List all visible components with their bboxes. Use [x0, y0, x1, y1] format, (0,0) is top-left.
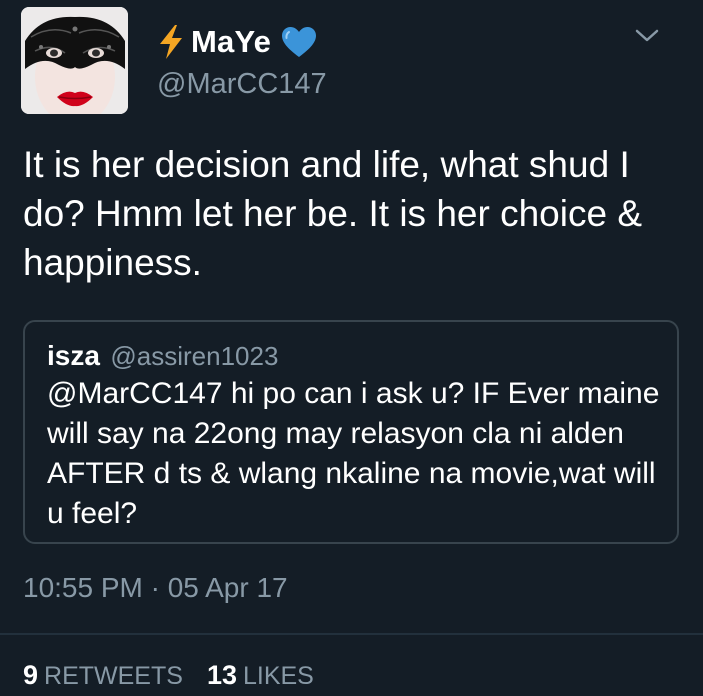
- chevron-down-icon[interactable]: [634, 28, 660, 44]
- masked-face-icon: [21, 7, 128, 114]
- author-handle[interactable]: @MarCC147: [157, 68, 327, 101]
- tweet-stats: 9 RETWEETS 13 LIKES: [23, 660, 314, 691]
- lightning-bolt-icon: [160, 25, 182, 59]
- likes-stat[interactable]: 13 LIKES: [207, 660, 314, 691]
- retweets-stat[interactable]: 9 RETWEETS: [23, 660, 183, 691]
- retweets-count: 9: [23, 660, 39, 690]
- author-display-name: MaYe: [191, 24, 272, 59]
- tweet-card: MaYe @MarCC147 It is her decision and li…: [0, 0, 703, 696]
- divider: [0, 633, 703, 635]
- quoted-tweet-text: @MarCC147 hi po can i ask u? IF Ever mai…: [47, 377, 660, 530]
- retweets-label: RETWEETS: [44, 662, 183, 690]
- likes-count: 13: [206, 660, 237, 690]
- quoted-tweet[interactable]: isza @assiren1023 @MarCC147 hi po can i …: [23, 320, 679, 544]
- tweet-text: It is her decision and life, what shud I…: [23, 144, 642, 283]
- quoted-display-name: isza: [47, 340, 100, 371]
- likes-label: LIKES: [242, 662, 314, 690]
- blue-heart-icon: [282, 27, 317, 57]
- tweet-timestamp[interactable]: 10:55 PM · 05 Apr 17: [23, 572, 288, 604]
- quoted-tweet-header: isza @assiren1023: [47, 340, 278, 372]
- quoted-handle: @assiren1023: [110, 341, 279, 371]
- avatar[interactable]: [21, 7, 128, 114]
- author-name-row[interactable]: MaYe: [157, 22, 317, 62]
